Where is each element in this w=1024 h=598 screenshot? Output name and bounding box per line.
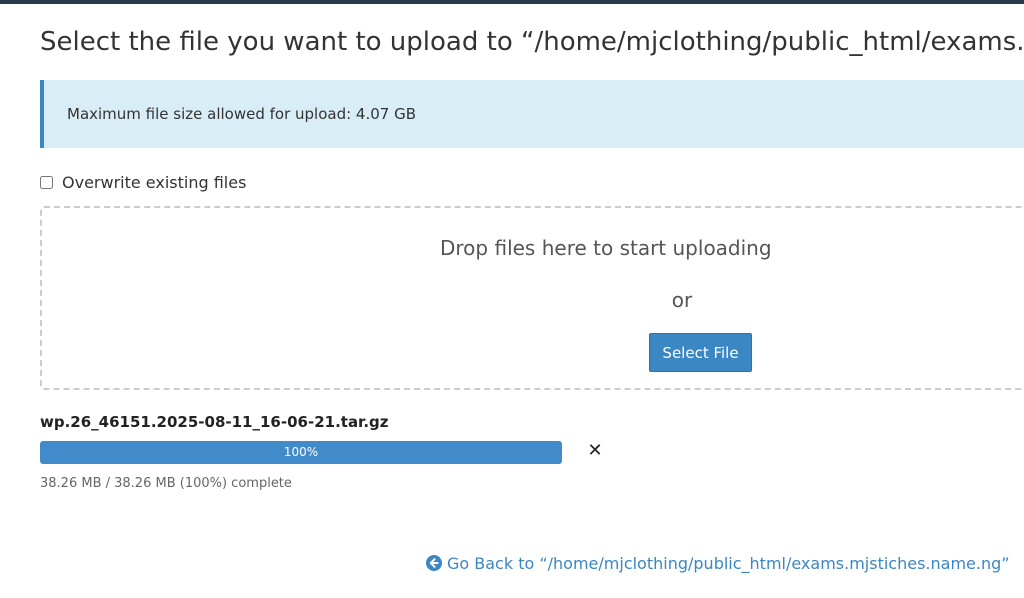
select-file-button[interactable]: Select File	[649, 333, 752, 372]
overwrite-checkbox[interactable]	[40, 175, 53, 189]
close-icon[interactable]: ✕	[586, 440, 604, 462]
overwrite-label: Overwrite existing files	[62, 172, 247, 192]
or-text: or	[671, 288, 693, 312]
upload-progress-bar: 100%	[40, 441, 562, 464]
upload-file-name: wp.26_46151.2025-08-11_16-06-21.tar.gz	[40, 413, 389, 431]
go-back-label: Go Back to “/home/mjclothing/public_html…	[447, 553, 1010, 573]
upload-progress-text: 38.26 MB / 38.26 MB (100%) complete	[40, 476, 292, 491]
drop-files-text: Drop files here to start uploading	[440, 236, 772, 260]
upload-progress-fill: 100%	[40, 441, 562, 464]
overwrite-option[interactable]: Overwrite existing files	[40, 171, 246, 193]
top-bar	[0, 0, 1024, 4]
arrow-circle-left-icon	[426, 555, 442, 571]
page-title: Select the file you want to upload to “/…	[40, 27, 1024, 57]
file-dropzone[interactable]: Drop files here to start uploading or Se…	[40, 206, 1024, 390]
max-file-size-text: Maximum file size allowed for upload: 4.…	[67, 105, 417, 123]
info-alert: Maximum file size allowed for upload: 4.…	[40, 80, 1024, 148]
go-back-link[interactable]: Go Back to “/home/mjclothing/public_html…	[426, 552, 1010, 574]
